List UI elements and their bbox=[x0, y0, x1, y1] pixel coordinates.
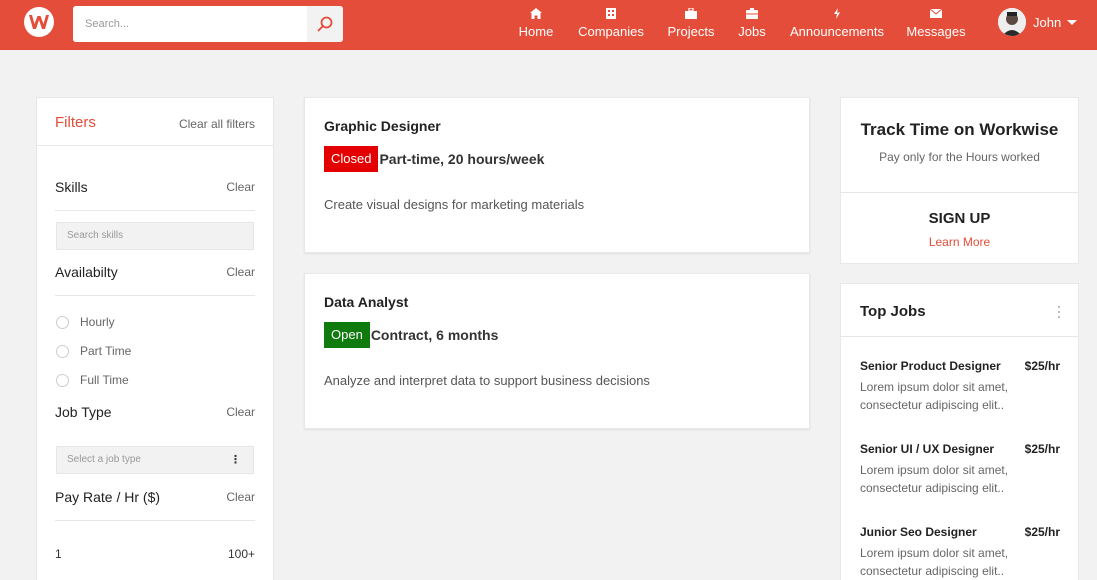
top-jobs-widget: Top Jobs Senior Product Designer $25/hr … bbox=[840, 283, 1079, 580]
divider bbox=[55, 520, 255, 521]
skills-search-input[interactable]: Search skills bbox=[56, 222, 254, 250]
nav-label: Messages bbox=[906, 24, 966, 39]
job-card[interactable]: Graphic Designer Closed Part-time, 20 ho… bbox=[304, 97, 810, 253]
availability-clear-link[interactable]: Clear bbox=[226, 265, 255, 279]
divider bbox=[841, 192, 1078, 193]
chevron-down-icon bbox=[1067, 19, 1078, 25]
divider bbox=[55, 210, 255, 211]
workwise-logo[interactable] bbox=[24, 7, 54, 37]
search-bar bbox=[73, 6, 343, 42]
skills-label: Skills bbox=[55, 179, 88, 195]
user-name: John bbox=[1033, 14, 1062, 30]
divider bbox=[841, 336, 1078, 337]
nav-announcements[interactable]: Announcements bbox=[788, 8, 886, 44]
job-title[interactable]: Graphic Designer bbox=[324, 118, 441, 134]
top-job-rate: $25/hr bbox=[1024, 525, 1060, 539]
skills-clear-link[interactable]: Clear bbox=[226, 180, 255, 194]
nav-label: Announcements bbox=[790, 24, 884, 39]
pay-rate-clear-link[interactable]: Clear bbox=[226, 490, 255, 504]
user-menu[interactable]: John bbox=[998, 7, 1078, 37]
nav-label: Projects bbox=[667, 24, 715, 39]
top-job-item[interactable]: Senior UI / UX Designer $25/hr Lorem ips… bbox=[860, 442, 1060, 497]
status-badge: Closed bbox=[324, 146, 379, 172]
search-input[interactable] bbox=[73, 6, 307, 42]
briefcase-icon bbox=[666, 7, 716, 22]
status-badge: Open bbox=[324, 322, 370, 348]
radio-label: Hourly bbox=[80, 315, 115, 329]
job-type-select[interactable]: Select a job type ⋮ bbox=[56, 446, 254, 474]
top-job-description: Lorem ipsum dolor sit amet, consectetur … bbox=[860, 380, 1009, 412]
job-title[interactable]: Data Analyst bbox=[324, 294, 408, 310]
divider bbox=[55, 295, 255, 296]
more-vertical-icon: ⋮ bbox=[230, 454, 241, 466]
job-type: Contract, 6 months bbox=[370, 327, 499, 343]
job-type-clear-link[interactable]: Clear bbox=[226, 405, 255, 419]
clear-all-filters-link[interactable]: Clear all filters bbox=[179, 117, 255, 131]
radio-label: Part Time bbox=[80, 344, 132, 358]
radio-part-time[interactable]: Part Time bbox=[56, 343, 131, 359]
lightning-icon bbox=[788, 8, 886, 22]
home-icon bbox=[518, 8, 554, 22]
job-card[interactable]: Data Analyst Open Contract, 6 months Ana… bbox=[304, 273, 810, 429]
filters-header: Filters Clear all filters bbox=[37, 98, 273, 146]
avatar bbox=[998, 8, 1026, 36]
job-status-row: Closed Part-time, 20 hours/week bbox=[324, 146, 544, 172]
jobs-icon bbox=[736, 8, 768, 22]
skills-filter-header: Skills Clear bbox=[55, 179, 255, 195]
job-type: Part-time, 20 hours/week bbox=[379, 151, 545, 167]
nav-jobs[interactable]: Jobs bbox=[736, 8, 768, 44]
job-type-filter-header: Job Type Clear bbox=[55, 404, 255, 420]
radio-full-time[interactable]: Full Time bbox=[56, 372, 129, 388]
track-time-title: Track Time on Workwise bbox=[860, 120, 1059, 139]
filters-panel: Filters Clear all filters Skills Clear S… bbox=[36, 97, 274, 580]
radio-circle-icon bbox=[56, 373, 69, 387]
job-type-select-value: Select a job type bbox=[67, 454, 141, 465]
learn-more-link[interactable]: Learn More bbox=[841, 235, 1078, 249]
track-time-subtitle: Pay only for the Hours worked bbox=[879, 150, 1040, 164]
top-job-rate: $25/hr bbox=[1024, 359, 1060, 373]
filters-title: Filters bbox=[55, 114, 96, 131]
pay-rate-range[interactable]: 1 100+ bbox=[55, 547, 255, 561]
pay-rate-min: 1 bbox=[55, 547, 62, 561]
building-icon bbox=[576, 8, 646, 22]
nav-label: Jobs bbox=[738, 24, 766, 39]
availability-filter-header: Availabilty Clear bbox=[55, 264, 255, 280]
track-time-widget: Track Time on Workwise Pay only for the … bbox=[840, 97, 1079, 264]
job-description: Analyze and interpret data to support bu… bbox=[324, 373, 650, 388]
nav-messages[interactable]: Messages bbox=[906, 8, 966, 44]
top-job-description: Lorem ipsum dolor sit amet, consectetur … bbox=[860, 546, 1009, 578]
envelope-icon bbox=[906, 8, 966, 22]
job-description: Create visual designs for marketing mate… bbox=[324, 197, 585, 212]
radio-circle-icon bbox=[56, 344, 69, 358]
pay-rate-filter-header: Pay Rate / Hr ($) Clear bbox=[55, 489, 255, 505]
nav-label: Home bbox=[518, 24, 554, 39]
search-icon bbox=[317, 16, 333, 32]
top-job-item[interactable]: Junior Seo Designer $25/hr Lorem ipsum d… bbox=[860, 525, 1060, 580]
pay-rate-label: Pay Rate / Hr ($) bbox=[55, 489, 161, 505]
top-navbar: Home Companies Projects Jobs Announcemen… bbox=[0, 0, 1097, 50]
sign-up-button[interactable]: SIGN UP bbox=[841, 210, 1078, 227]
nav-label: Companies bbox=[578, 24, 644, 39]
radio-label: Full Time bbox=[80, 373, 129, 387]
top-job-rate: $25/hr bbox=[1024, 442, 1060, 456]
top-jobs-title: Top Jobs bbox=[860, 303, 926, 320]
search-button[interactable] bbox=[307, 6, 343, 42]
availability-label: Availabilty bbox=[55, 264, 118, 280]
radio-hourly[interactable]: Hourly bbox=[56, 314, 115, 330]
logo-w-icon bbox=[29, 15, 49, 29]
top-job-description: Lorem ipsum dolor sit amet, consectetur … bbox=[860, 463, 1009, 495]
nav-home[interactable]: Home bbox=[518, 8, 554, 44]
nav-companies[interactable]: Companies bbox=[576, 8, 646, 44]
job-status-row: Open Contract, 6 months bbox=[324, 322, 498, 348]
more-vertical-icon[interactable] bbox=[1058, 306, 1061, 321]
top-job-item[interactable]: Senior Product Designer $25/hr Lorem ips… bbox=[860, 359, 1060, 414]
job-type-label: Job Type bbox=[55, 404, 112, 420]
nav-projects[interactable]: Projects bbox=[666, 7, 716, 44]
pay-rate-max: 100+ bbox=[227, 547, 255, 561]
radio-circle-icon bbox=[56, 315, 69, 329]
